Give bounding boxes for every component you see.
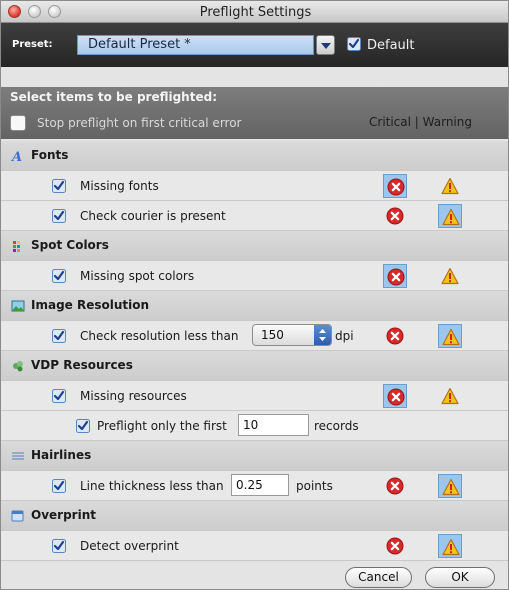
line-thickness-critical-toggle[interactable] [383, 474, 407, 498]
items-header: Select items to be preflighted: Stop pre… [1, 87, 508, 139]
cancel-button[interactable]: Cancel [345, 567, 412, 588]
section-label-vdp-resources: VDP Resources [31, 358, 133, 372]
section-label-spot-colors: Spot Colors [31, 238, 109, 252]
warning-icon [441, 177, 459, 195]
check-courier-label: Check courier is present [80, 209, 226, 223]
vdp-resources-icon [13, 361, 23, 372]
line-thickness-checkbox[interactable] [52, 479, 66, 493]
section-fonts: A Fonts [1, 141, 508, 171]
default-label: Default [367, 38, 415, 53]
item-check-resolution: Check resolution less than 150 dpi [1, 321, 508, 351]
check-courier-warning-toggle[interactable] [438, 204, 462, 228]
section-label-image-resolution: Image Resolution [31, 298, 150, 312]
check-resolution-warning-toggle[interactable] [438, 324, 462, 348]
detect-overprint-critical-toggle[interactable] [383, 534, 407, 558]
missing-spot-colors-critical-toggle[interactable] [383, 264, 407, 288]
missing-fonts-label: Missing fonts [80, 179, 159, 193]
fonts-icon: A [11, 150, 22, 163]
warning-icon [442, 478, 460, 496]
detect-overprint-checkbox[interactable] [52, 539, 66, 553]
preflight-first-records-checkbox[interactable] [76, 419, 90, 433]
line-thickness-label: Line thickness less than [80, 479, 224, 493]
spot-colors-icon [13, 241, 20, 252]
stop-on-first-error-checkbox[interactable] [10, 115, 26, 131]
chevron-down-icon [321, 43, 331, 49]
missing-resources-warning-toggle[interactable] [438, 384, 462, 408]
item-missing-spot-colors: Missing spot colors [1, 261, 508, 291]
dialog-footer: Cancel OK [1, 565, 508, 589]
section-label-hairlines: Hairlines [31, 448, 92, 462]
resolution-unit-label: dpi [335, 329, 354, 343]
missing-resources-critical-toggle[interactable] [383, 384, 407, 408]
stop-on-first-error-label: Stop preflight on first critical error [37, 116, 242, 130]
missing-fonts-warning-toggle[interactable] [438, 174, 462, 198]
warning-icon [442, 208, 460, 226]
svg-text:A: A [11, 150, 22, 163]
preset-label: Preset: [12, 39, 53, 50]
overprint-icon [11, 510, 24, 522]
select-items-label: Select items to be preflighted: [10, 90, 217, 104]
check-courier-critical-toggle[interactable] [383, 204, 407, 228]
preset-bar: Preset: Default Preset * Default [1, 23, 508, 67]
window-title: Preflight Settings [199, 5, 312, 20]
missing-resources-checkbox[interactable] [52, 389, 66, 403]
critical-error-icon [387, 268, 405, 286]
check-resolution-checkbox[interactable] [52, 329, 66, 343]
title-bar: Preflight Settings [1, 1, 508, 23]
warning-icon [441, 267, 459, 285]
section-vdp-resources: VDP Resources [1, 351, 508, 381]
critical-warning-column-label: Critical | Warning [369, 115, 472, 129]
warning-icon [441, 387, 459, 405]
missing-spot-colors-warning-toggle[interactable] [438, 264, 462, 288]
section-hairlines: Hairlines [1, 441, 508, 471]
item-check-courier: Check courier is present [1, 201, 508, 231]
critical-error-icon [386, 537, 404, 555]
section-spot-colors: Spot Colors [1, 231, 508, 261]
hairlines-icon [12, 452, 24, 460]
item-detect-overprint: Detect overprint [1, 531, 508, 561]
missing-fonts-critical-toggle[interactable] [383, 174, 407, 198]
section-label-overprint: Overprint [31, 508, 96, 522]
preflight-first-records-label: Preflight only the first [97, 419, 227, 433]
missing-fonts-checkbox[interactable] [52, 179, 66, 193]
section-image-resolution: Image Resolution [1, 291, 508, 321]
preflight-settings-window: Preflight Settings Preset: Default Prese… [0, 0, 509, 590]
missing-resources-label: Missing resources [80, 389, 187, 403]
critical-error-icon [387, 388, 405, 406]
item-missing-fonts: Missing fonts [1, 171, 508, 201]
item-missing-resources: Missing resources [1, 381, 508, 411]
detect-overprint-label: Detect overprint [80, 539, 179, 553]
line-thickness-input[interactable]: 0.25 [231, 474, 289, 496]
stop-on-first-error-row: Stop preflight on first critical error C… [1, 109, 508, 137]
check-resolution-critical-toggle[interactable] [383, 324, 407, 348]
check-resolution-label: Check resolution less than [80, 329, 239, 343]
line-thickness-unit-label: points [296, 479, 333, 493]
missing-spot-colors-label: Missing spot colors [80, 269, 195, 283]
up-down-arrows-icon [319, 329, 326, 341]
records-count-input[interactable]: 10 [238, 414, 309, 436]
stepper-arrows[interactable] [314, 325, 331, 345]
check-courier-checkbox[interactable] [52, 209, 66, 223]
preset-select[interactable]: Default Preset * [77, 35, 314, 55]
line-thickness-warning-toggle[interactable] [438, 474, 462, 498]
section-overprint: Overprint [1, 501, 508, 531]
records-unit-label: records [314, 419, 359, 433]
item-line-thickness: Line thickness less than 0.25 points [1, 471, 508, 501]
missing-spot-colors-checkbox[interactable] [52, 269, 66, 283]
image-icon [11, 300, 25, 312]
ok-button[interactable]: OK [425, 567, 495, 588]
detect-overprint-warning-toggle[interactable] [438, 534, 462, 558]
default-checkbox[interactable] [347, 37, 361, 51]
item-preflight-first-records: Preflight only the first 10 records [1, 411, 508, 441]
section-label-fonts: Fonts [31, 148, 69, 162]
critical-error-icon [387, 178, 405, 196]
critical-error-icon [386, 477, 404, 495]
resolution-value: 150 [261, 328, 284, 342]
preset-dropdown-button[interactable] [316, 35, 335, 55]
critical-error-icon [386, 327, 404, 345]
warning-icon [442, 328, 460, 346]
warning-icon [442, 538, 460, 556]
resolution-stepper[interactable]: 150 [252, 324, 332, 346]
critical-error-icon [386, 207, 404, 225]
